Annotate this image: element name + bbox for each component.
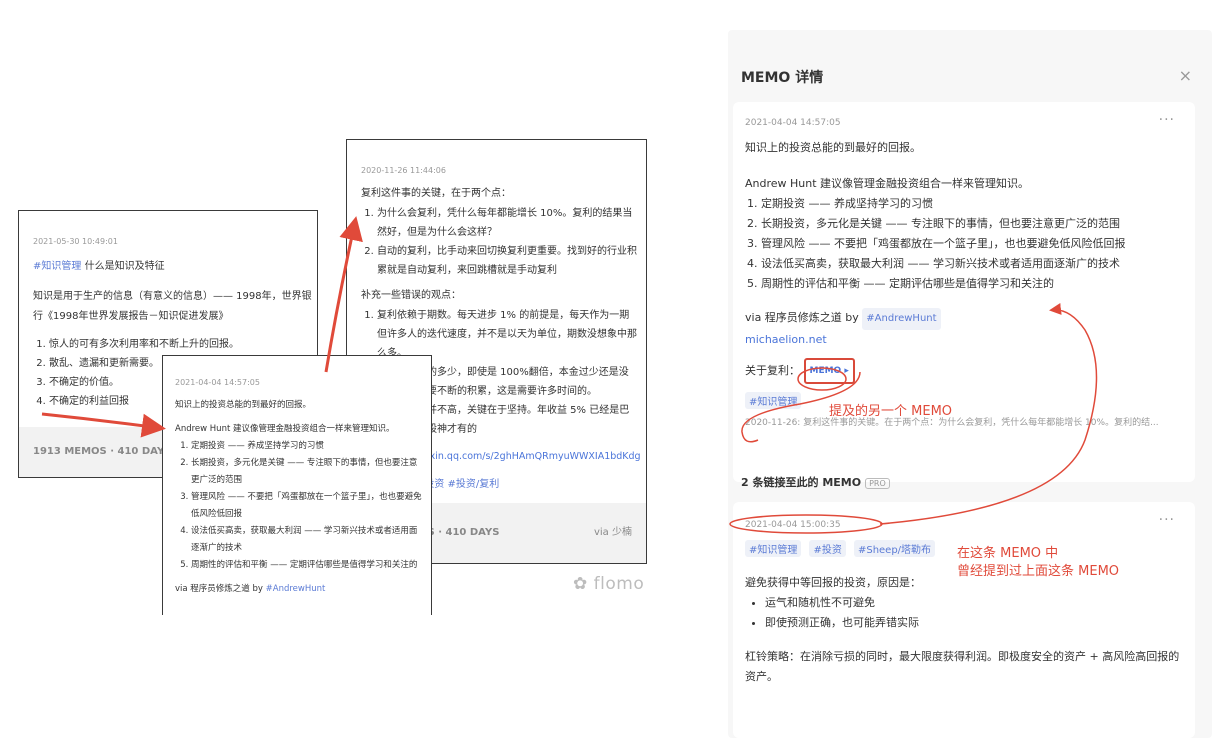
annotation-squiggle [741,371,861,443]
memo-chip-highlight [797,367,847,391]
arrow-to-card3 [324,216,363,373]
arrow-link-curve [879,303,1098,525]
arrow-to-card2 [41,412,166,438]
timestamp-highlight [729,514,883,534]
annotation-overlay [41,216,1098,534]
